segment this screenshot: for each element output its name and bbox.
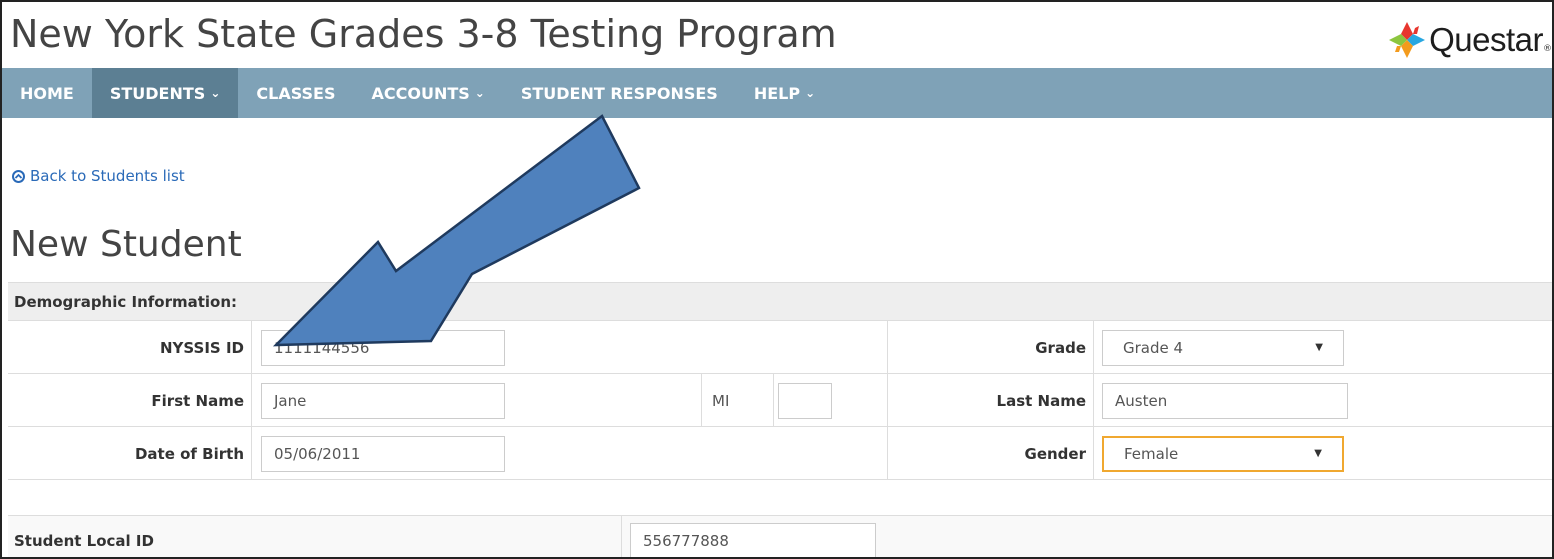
nav-student-responses[interactable]: STUDENT RESPONSES [503,68,736,118]
grade-label: Grade [888,321,1094,374]
back-to-students-link[interactable]: Back to Students list [12,167,185,185]
nav-home[interactable]: HOME [2,68,92,118]
local-id-cell: 556777888 [622,516,922,557]
last-name-input[interactable]: Austen [1102,382,1348,419]
dob-cell: 05/06/2011 [252,427,888,480]
mi-input[interactable] [778,382,832,419]
nav-students-label: STUDENTS [109,83,206,103]
gender-select[interactable]: Female ▼ [1102,435,1344,472]
nyssis-id-label: NYSSIS ID [8,321,252,374]
chevron-down-icon: ⌄ [210,86,221,100]
nav-accounts[interactable]: ACCOUNTS ⌄ [353,68,502,118]
nyssis-id-cell: 1111144556 [252,321,888,374]
dob-label: Date of Birth [8,427,252,480]
mi-cell [774,374,888,427]
mi-label: MI [702,374,774,427]
form-row-local-id: Student Local ID 556777888 [8,516,1552,557]
chevron-down-icon: ⌄ [805,86,816,100]
page-title: New Student [10,224,242,265]
nav-classes[interactable]: CLASSES [238,68,353,118]
app-window: New York State Grades 3-8 Testing Progra… [0,0,1554,559]
nav-student-responses-label: STUDENT RESPONSES [520,83,718,103]
nav-classes-label: CLASSES [256,83,336,103]
first-name-label: First Name [8,374,252,427]
nyssis-id-input[interactable]: 1111144556 [261,329,505,366]
grade-cell: Grade 4 ▼ [1094,321,1552,374]
form-row-nyssis: NYSSIS ID 1111144556 Grade Grade 4 ▼ [8,321,1552,374]
form-row-dob: Date of Birth 05/06/2011 Gender Female ▼ [8,427,1552,480]
logo-text: Questar [1429,21,1543,58]
gender-select-value: Female [1124,444,1179,463]
chevron-down-icon: ⌄ [474,86,485,100]
nav-help[interactable]: HELP ⌄ [736,68,833,118]
nav-accounts-label: ACCOUNTS [371,83,470,103]
last-name-label: Last Name [888,374,1094,427]
form-spacer [8,480,1552,516]
dob-input[interactable]: 05/06/2011 [261,435,505,472]
header: New York State Grades 3-8 Testing Progra… [2,2,1552,66]
app-title: New York State Grades 3-8 Testing Progra… [10,12,837,56]
nav-home-label: HOME [20,83,74,103]
gender-cell: Female ▼ [1094,427,1552,480]
questar-logo[interactable]: Questar ® [1387,20,1552,60]
first-name-cell: Jane [252,374,702,427]
back-link-label: Back to Students list [30,167,185,185]
registered-mark: ® [1543,44,1552,54]
back-circle-icon [12,169,25,183]
caret-down-icon: ▼ [1314,448,1322,459]
questar-logo-icon [1389,22,1426,58]
nav-students[interactable]: STUDENTS ⌄ [91,68,239,118]
form-row-name: First Name Jane MI Last Name Austen [8,374,1552,427]
main-nav: HOME STUDENTS ⌄ CLASSES ACCOUNTS ⌄ STUDE… [2,68,1552,118]
local-id-label: Student Local ID [8,516,622,557]
caret-down-icon: ▼ [1315,342,1323,353]
section-header-demographic: Demographic Information: [8,283,1552,321]
gender-label: Gender [888,427,1094,480]
student-form: Demographic Information: NYSSIS ID 11111… [8,282,1552,557]
last-name-cell: Austen [1094,374,1552,427]
first-name-input[interactable]: Jane [261,382,505,419]
local-id-input[interactable]: 556777888 [630,523,876,557]
grade-select[interactable]: Grade 4 ▼ [1102,329,1344,366]
nav-help-label: HELP [753,83,801,103]
grade-select-value: Grade 4 [1123,338,1184,357]
